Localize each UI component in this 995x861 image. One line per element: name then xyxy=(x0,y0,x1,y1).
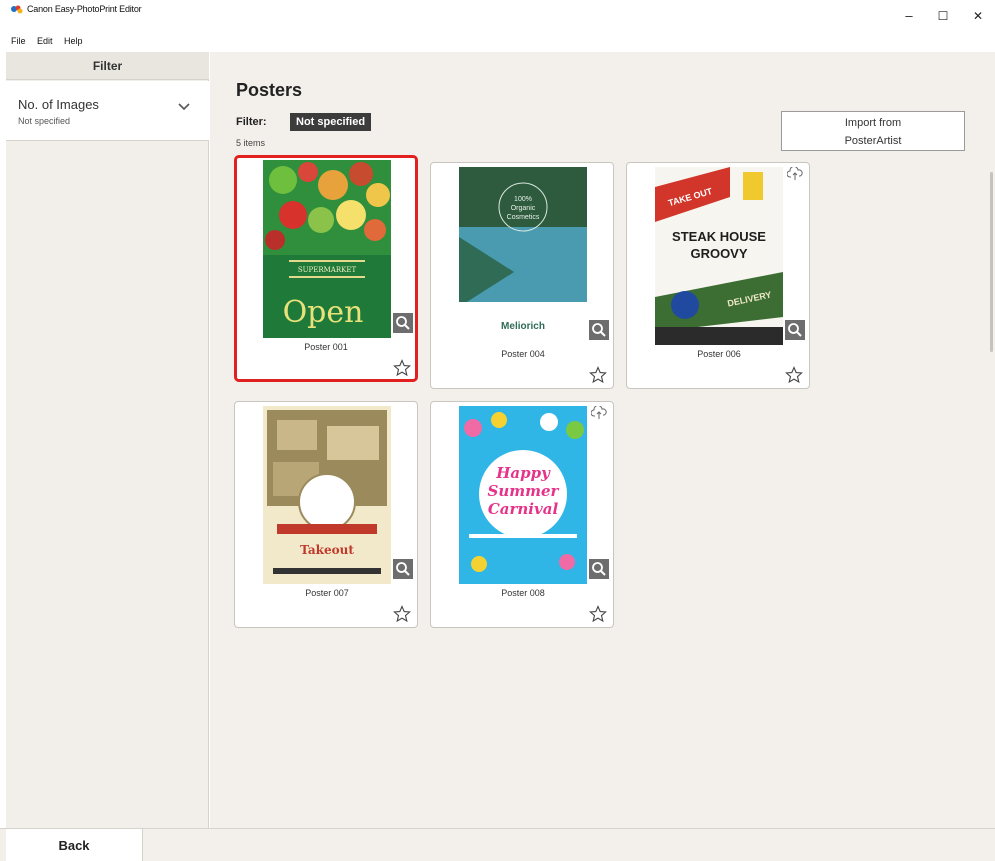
thumb-text: Organic xyxy=(511,205,536,212)
thumb-text: GROOVY xyxy=(690,246,747,261)
star-icon[interactable] xyxy=(589,366,607,384)
zoom-button[interactable] xyxy=(393,313,413,333)
poster-card[interactable]: Takeout Poster 007 xyxy=(234,401,418,628)
back-button[interactable]: Back xyxy=(6,829,143,861)
thumb-text: Cosmetics xyxy=(507,214,540,221)
thumb-text: Takeout xyxy=(300,543,354,557)
zoom-button[interactable] xyxy=(785,320,805,340)
poster-card[interactable]: 100% Organic Cosmetics Meliorich Poster … xyxy=(430,162,614,389)
poster-name: Poster 001 xyxy=(304,342,348,352)
window-title: Canon Easy-PhotoPrint Editor xyxy=(27,4,142,14)
magnifier-icon xyxy=(396,562,410,576)
thumb-text: Happy xyxy=(495,464,551,482)
zoom-button[interactable] xyxy=(393,559,413,579)
filter-chip: Not specified xyxy=(290,113,372,131)
filter-no-of-images[interactable]: No. of Images Not specified xyxy=(6,81,209,141)
import-button-line2: PosterArtist xyxy=(844,135,902,147)
filter-header: Filter xyxy=(6,52,209,80)
chevron-down-icon[interactable] xyxy=(176,101,192,113)
filter-label: No. of Images xyxy=(18,97,99,112)
thumb-text: Carnival xyxy=(488,500,559,518)
close-button[interactable]: ✕ xyxy=(967,6,989,26)
magnifier-icon xyxy=(592,323,606,337)
thumb-text: 100% xyxy=(514,196,532,203)
vertical-scrollbar[interactable] xyxy=(987,52,995,828)
menu-file[interactable]: File xyxy=(11,36,26,46)
page-title: Posters xyxy=(236,80,303,100)
menu-bar: File Edit Help xyxy=(0,34,995,50)
minimize-button[interactable]: – xyxy=(898,6,920,26)
maximize-button[interactable]: ☐ xyxy=(932,6,954,26)
poster-card[interactable]: SUPERMARKET Open Poster 001 xyxy=(234,155,418,382)
magnifier-icon xyxy=(396,316,410,330)
poster-thumbnail[interactable]: 100% Organic Cosmetics Meliorich xyxy=(459,167,587,345)
thumb-text: Meliorich xyxy=(501,321,545,332)
star-icon[interactable] xyxy=(393,605,411,623)
poster-name: Poster 006 xyxy=(697,349,741,359)
magnifier-icon xyxy=(592,562,606,576)
poster-card[interactable]: Happy Summer Carnival Poster 008 xyxy=(430,401,614,628)
poster-thumbnail[interactable]: Happy Summer Carnival xyxy=(459,406,587,584)
star-icon[interactable] xyxy=(393,359,411,377)
cloud-upload-icon xyxy=(591,406,607,419)
title-bar: Canon Easy-PhotoPrint Editor – ☐ ✕ xyxy=(0,0,995,34)
thumb-text: SUPERMARKET xyxy=(298,266,357,274)
bottom-bar: Back xyxy=(0,828,995,861)
thumb-text: STEAK HOUSE xyxy=(672,229,766,244)
poster-thumbnail[interactable]: Takeout xyxy=(263,406,391,584)
main-panel: Posters Filter: Not specified 5 items Im… xyxy=(210,52,995,828)
poster-thumbnail[interactable]: SUPERMARKET Open xyxy=(263,160,391,338)
filter-caption: Filter: xyxy=(236,116,267,128)
filter-sidebar: Filter No. of Images Not specified xyxy=(6,52,209,828)
app-logo-icon xyxy=(11,5,23,14)
scrollbar-thumb[interactable] xyxy=(990,172,993,352)
zoom-button[interactable] xyxy=(589,320,609,340)
menu-edit[interactable]: Edit xyxy=(37,36,53,46)
import-button-line1: Import from xyxy=(844,117,902,129)
menu-help[interactable]: Help xyxy=(64,36,83,46)
poster-name: Poster 004 xyxy=(501,349,545,359)
poster-name: Poster 007 xyxy=(305,588,349,598)
items-count: 5 items xyxy=(236,138,266,148)
thumb-text: Summer xyxy=(488,482,560,500)
import-from-posterartist-button[interactable]: Import from PosterArtist xyxy=(781,111,965,151)
cloud-upload-icon xyxy=(787,167,803,180)
star-icon[interactable] xyxy=(785,366,803,384)
star-icon[interactable] xyxy=(589,605,607,623)
zoom-button[interactable] xyxy=(589,559,609,579)
filter-value: Not specified xyxy=(18,116,71,126)
thumb-text: Open xyxy=(283,295,364,330)
magnifier-icon xyxy=(788,323,802,337)
poster-name: Poster 008 xyxy=(501,588,545,598)
poster-thumbnail[interactable]: TAKE OUT STEAK HOUSE GROOVY DELIVERY xyxy=(655,167,783,345)
poster-card[interactable]: TAKE OUT STEAK HOUSE GROOVY DELIVERY Pos… xyxy=(626,162,810,389)
